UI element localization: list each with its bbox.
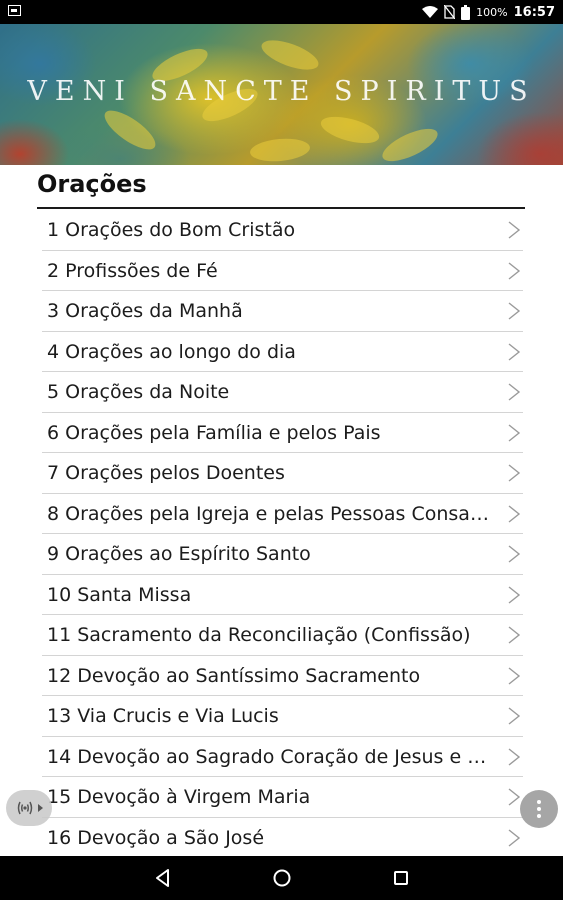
list-item-label: 13 Via Crucis e Via Lucis: [47, 705, 279, 727]
list-item[interactable]: 7 Orações pelos Doentes: [42, 453, 523, 494]
list-item[interactable]: 11 Sacramento da Reconciliação (Confissã…: [42, 615, 523, 656]
image-icon: [8, 5, 21, 16]
list-item[interactable]: 5 Orações da Noite: [42, 372, 523, 413]
back-icon[interactable]: [152, 867, 174, 889]
list-item-label: 9 Orações ao Espírito Santo: [47, 543, 311, 565]
chevron-right-icon: [508, 302, 521, 320]
chevron-right-icon: [508, 585, 521, 604]
list-item-label: 3 Orações da Manhã: [47, 300, 243, 322]
list-item[interactable]: 8 Orações pela Igreja e pelas Pessoas Co…: [42, 494, 523, 534]
chevron-right-icon: [508, 626, 521, 644]
clock: 16:57: [513, 4, 555, 20]
broadcast-icon: [17, 801, 33, 815]
no-sim-icon: [444, 5, 456, 19]
list-item[interactable]: 10 Santa Missa: [42, 575, 523, 615]
list-item[interactable]: 6 Orações pela Família e pelos Pais: [42, 413, 523, 453]
chevron-right-icon: [508, 504, 521, 523]
broadcast-button[interactable]: [6, 790, 52, 826]
header-banner: VENI SANCTE SPIRITUS: [0, 24, 563, 165]
expand-arrow-icon: [38, 804, 43, 812]
page-title: Orações: [37, 170, 147, 198]
list-item[interactable]: 12 Devoção ao Santíssimo Sacramento: [42, 656, 523, 696]
chevron-right-icon: [508, 828, 521, 847]
list-item[interactable]: 15 Devoção à Virgem Maria: [42, 777, 523, 818]
banner-title: VENI SANCTE SPIRITUS: [27, 76, 536, 107]
list-item[interactable]: 3 Orações da Manhã: [42, 291, 523, 332]
chevron-right-icon: [508, 747, 521, 766]
title-divider: [37, 207, 525, 209]
chevron-right-icon: [508, 221, 521, 239]
list-item[interactable]: 9 Orações ao Espírito Santo: [42, 534, 523, 575]
status-bar: 100% 16:57: [0, 0, 563, 24]
chevron-right-icon: [508, 383, 521, 401]
list-item-label: 15 Devoção à Virgem Maria: [47, 786, 311, 808]
more-options-button[interactable]: [520, 790, 558, 828]
list-item-label: 4 Orações ao longo do dia: [47, 340, 296, 363]
list-item[interactable]: 13 Via Crucis e Via Lucis: [42, 696, 523, 737]
list-item-label: 8 Orações pela Igreja e pelas Pessoas Co…: [47, 502, 497, 525]
wifi-icon: [422, 6, 439, 18]
navigation-bar: [0, 856, 563, 900]
battery-icon: [461, 4, 471, 20]
list-item[interactable]: 2 Profissões de Fé: [42, 251, 523, 291]
chevron-right-icon: [508, 261, 521, 280]
list-item-label: 7 Orações pelos Doentes: [47, 462, 285, 484]
prayer-list: 1 Orações do Bom Cristão 2 Profissões de …: [42, 210, 523, 858]
home-icon[interactable]: [271, 867, 293, 889]
list-item[interactable]: 4 Orações ao longo do dia: [42, 332, 523, 372]
battery-percentage: 100%: [476, 5, 508, 19]
recents-icon[interactable]: [390, 867, 412, 889]
chevron-right-icon: [508, 423, 521, 442]
list-item-label: 11 Sacramento da Reconciliação (Confissã…: [47, 624, 471, 646]
list-item-label: 14 Devoção ao Sagrado Coração de Jesus e…: [47, 745, 497, 768]
chevron-right-icon: [508, 545, 521, 563]
list-item-label: 1 Orações do Bom Cristão: [47, 219, 296, 241]
chevron-right-icon: [508, 464, 521, 482]
list-item-label: 2 Profissões de Fé: [47, 259, 218, 282]
list-item-label: 5 Orações da Noite: [47, 381, 230, 403]
list-item[interactable]: 16 Devoção a São José: [42, 818, 523, 858]
list-item-label: 6 Orações pela Família e pelos Pais: [47, 421, 381, 444]
chevron-right-icon: [508, 342, 521, 361]
more-vert-icon: [537, 800, 541, 804]
list-item-label: 12 Devoção ao Santíssimo Sacramento: [47, 664, 421, 687]
list-item-label: 10 Santa Missa: [47, 583, 192, 606]
list-item-label: 16 Devoção a São José: [47, 826, 265, 849]
chevron-right-icon: [508, 707, 521, 725]
status-icons: 100% 16:57: [422, 0, 555, 24]
chevron-right-icon: [508, 666, 521, 685]
list-item[interactable]: 1 Orações do Bom Cristão: [42, 210, 523, 251]
list-item[interactable]: 14 Devoção ao Sagrado Coração de Jesus e…: [42, 737, 523, 777]
chevron-right-icon: [508, 788, 521, 806]
